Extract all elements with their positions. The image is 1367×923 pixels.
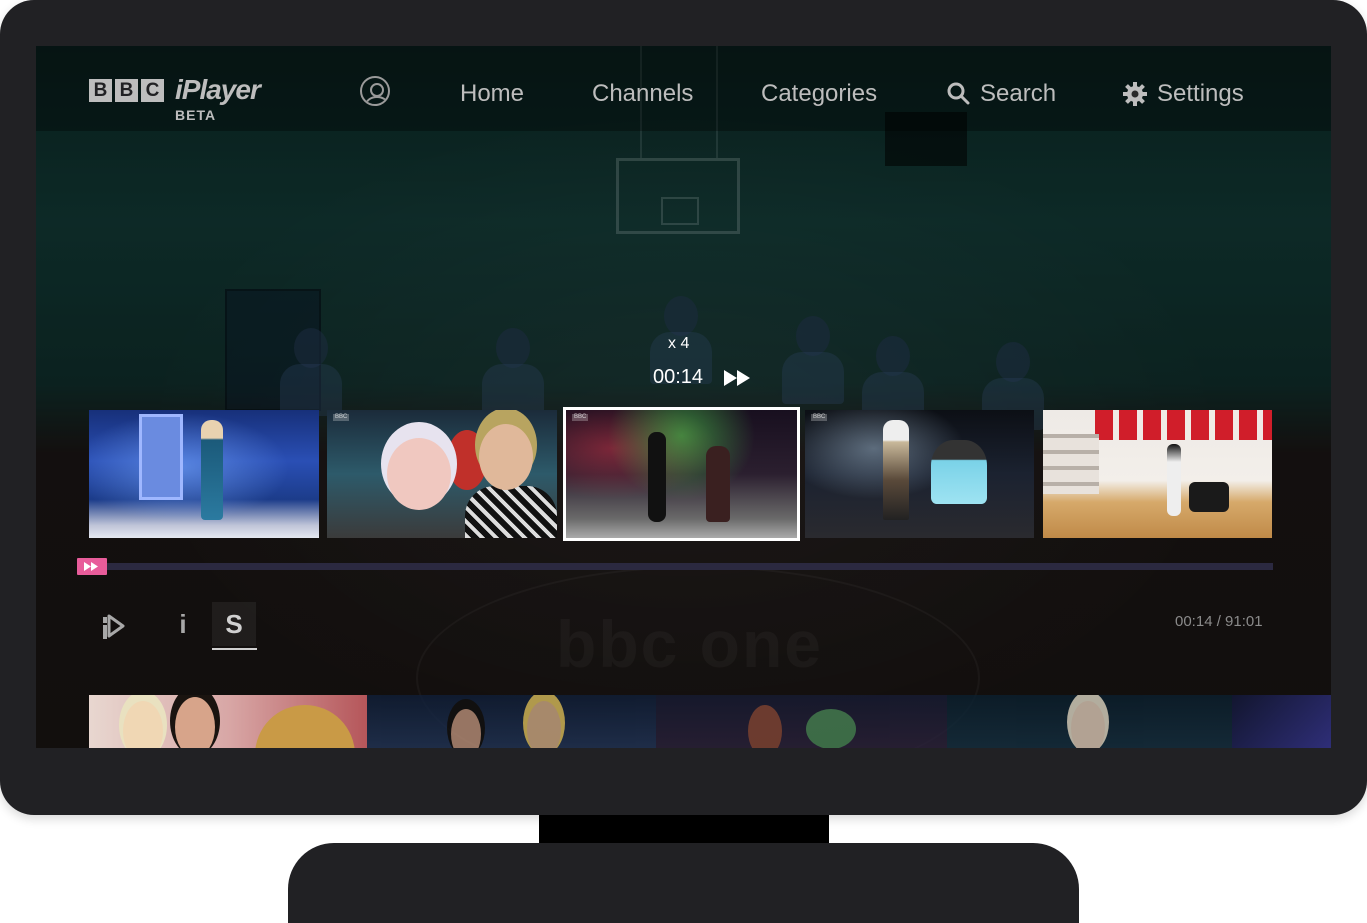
scrub-thumbnail[interactable]: BBC: [327, 410, 557, 538]
bbc-block: C: [141, 79, 164, 102]
recommendation-tile[interactable]: [89, 695, 367, 748]
thumbnail-scene: [931, 440, 987, 504]
thumbnail-scene: [706, 446, 730, 522]
recommendation-tile[interactable]: [367, 695, 656, 748]
nav-home[interactable]: Home: [460, 80, 524, 108]
channel-badge: BBC: [333, 414, 350, 421]
channel-badge: BBC: [572, 414, 589, 421]
thumbnail-scene: [465, 486, 557, 538]
scrub-thumbnail-selected[interactable]: BBC: [563, 407, 800, 541]
info-icon: i: [179, 609, 187, 639]
bbc-block: B: [115, 79, 138, 102]
nav-channels[interactable]: Channels: [592, 80, 693, 108]
gear-icon[interactable]: [1122, 81, 1148, 107]
nav-search[interactable]: Search: [980, 80, 1056, 108]
tile-scene: [748, 705, 782, 748]
top-navigation: B B C iPlayer BETA Home Channels Categor…: [36, 46, 1331, 131]
tile-scene: [255, 705, 355, 748]
focus-underline: [212, 648, 257, 650]
playback-speed: x 4: [668, 335, 690, 352]
nav-settings[interactable]: Settings: [1157, 80, 1244, 108]
tile-scene: [123, 701, 163, 748]
nav-categories[interactable]: Categories: [761, 80, 877, 108]
fast-forward-icon: [724, 370, 750, 386]
scrub-thumbnail[interactable]: BBC: [805, 410, 1034, 538]
subtitles-button[interactable]: S: [212, 602, 257, 650]
info-button[interactable]: i: [161, 602, 205, 646]
thumbnail-scene: [387, 438, 451, 510]
thumbnail-scene: [201, 420, 223, 520]
thumbnail-scene: [479, 424, 533, 490]
tv-stand-base: [288, 843, 1079, 923]
thumbnail-scene: [1167, 444, 1181, 516]
thumbnail-scene: [1043, 434, 1099, 494]
recommendation-tile[interactable]: [947, 695, 1232, 748]
fast-forward-icon: [84, 562, 98, 571]
search-icon[interactable]: [946, 81, 970, 105]
tile-scene: [1071, 701, 1105, 748]
progress-bar[interactable]: [89, 563, 1273, 570]
tile-scene: [806, 709, 856, 748]
recommendation-tile[interactable]: [656, 695, 947, 748]
recommendation-tile[interactable]: [1232, 695, 1331, 748]
iplayer-icon: [103, 614, 125, 639]
scrub-thumbnail[interactable]: [1043, 410, 1272, 538]
bbc-block: B: [89, 79, 112, 102]
bbc-blocks: B B C: [89, 79, 164, 102]
profile-icon[interactable]: [360, 76, 390, 106]
scrub-time: 00:14: [653, 366, 704, 388]
scrub-handle[interactable]: [77, 558, 107, 575]
thumbnail-scene: [1095, 410, 1272, 440]
thumbnail-scene: [883, 420, 909, 520]
thumbnail-scene: [648, 432, 666, 522]
iplayer-button[interactable]: [101, 602, 145, 646]
tv-stand-neck: [539, 815, 829, 844]
channel-badge: BBC: [811, 414, 828, 421]
iplayer-wordmark: iPlayer: [175, 74, 261, 105]
beta-tag: BETA: [175, 107, 217, 123]
subtitles-icon: S: [225, 609, 243, 639]
time-display: 00:14 / 91:01: [1175, 613, 1263, 630]
tile-scene: [527, 701, 561, 748]
scrub-thumbnail[interactable]: [89, 410, 319, 538]
tile-scene: [175, 697, 215, 748]
thumbnail-scene: [1189, 482, 1229, 512]
thumbnail-scene: [139, 414, 183, 500]
tile-scene: [451, 709, 481, 748]
tv-screen: bbc one B B C iPlayer BETA Home Channels…: [36, 46, 1331, 748]
